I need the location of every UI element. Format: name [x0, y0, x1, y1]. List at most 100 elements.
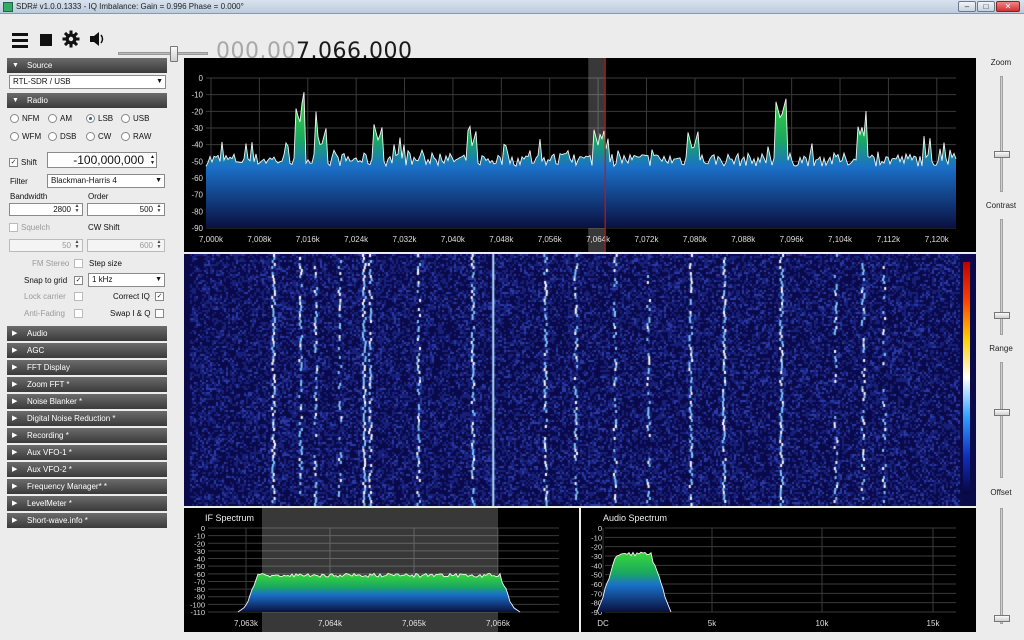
- close-button[interactable]: ✕: [996, 1, 1020, 12]
- minimize-button[interactable]: –: [958, 1, 976, 12]
- cw-shift-label: CW Shift: [88, 223, 120, 232]
- contrast-slider-thumb[interactable]: [994, 312, 1010, 319]
- spinner-arrows-icon[interactable]: ▲ ▼: [150, 154, 155, 166]
- range-slider-thumb[interactable]: [994, 409, 1010, 416]
- section-header-frequency-manager[interactable]: ▶ Frequency Manager* *: [7, 479, 167, 494]
- mode-radio-nfm[interactable]: NFM: [10, 114, 39, 123]
- section-header-digital-noise-reduction[interactable]: ▶ Digital Noise Reduction *: [7, 411, 167, 426]
- snap-to-grid-checkbox[interactable]: ✓: [74, 276, 83, 285]
- section-header-aux-vfo-1[interactable]: ▶ Aux VFO-1 *: [7, 445, 167, 460]
- speaker-icon[interactable]: [88, 30, 106, 48]
- main-spectrum-panel[interactable]: 0 -10 -20 -30 -40 -50 -60 -70 -80 -90 7,000k 7,008k…: [184, 58, 976, 252]
- step-size-value: 1 kHz: [92, 275, 113, 284]
- lock-carrier-checkbox[interactable]: [74, 292, 83, 301]
- section-header-audio[interactable]: ▶ Audio: [7, 326, 167, 341]
- order-input[interactable]: 500 ▲ ▼: [87, 203, 165, 216]
- bandwidth-label: Bandwidth: [10, 192, 48, 201]
- section-header-levelmeter[interactable]: ▶ LevelMeter *: [7, 496, 167, 511]
- stop-icon[interactable]: [37, 31, 55, 49]
- fm-stereo-checkbox[interactable]: [74, 259, 83, 268]
- spinner-arrows-icon[interactable]: ▲ ▼: [73, 240, 81, 250]
- shift-input[interactable]: -100,000,000 ▲ ▼: [47, 152, 157, 168]
- expand-arrow-icon: ▶: [12, 415, 18, 422]
- bandwidth-input[interactable]: 2800 ▲ ▼: [9, 203, 83, 216]
- volume-slider-thumb[interactable]: [169, 46, 178, 62]
- radio-circle[interactable]: [86, 132, 95, 141]
- source-device-select[interactable]: RTL-SDR / USB ▼: [9, 75, 166, 89]
- audio-spectrum-panel[interactable]: Audio Spectrum 0 -10 -20 -30 -40 -50 -60 -70 -80-…: [581, 508, 976, 632]
- swap-iq-checkbox[interactable]: [155, 309, 164, 318]
- offset-slider-thumb[interactable]: [994, 615, 1010, 622]
- spinner-arrows-icon[interactable]: ▲ ▼: [155, 204, 163, 214]
- spectrum-fill: [238, 573, 520, 612]
- x-tick-label: 7,088k: [731, 235, 756, 244]
- correct-iq-checkbox[interactable]: ✓: [155, 292, 164, 301]
- gear-icon[interactable]: [62, 30, 80, 48]
- menu-icon[interactable]: [11, 31, 29, 49]
- range-label: Range: [989, 344, 1013, 353]
- cw-shift-input[interactable]: 600 ▲ ▼: [87, 239, 165, 252]
- squelch-input[interactable]: 50 ▲ ▼: [9, 239, 83, 252]
- zoom-slider-thumb[interactable]: [994, 151, 1010, 158]
- if-spectrum-panel[interactable]: IF Spectrum 0 -10 -20 -30 -40 -50 -60 -70 -80 -90-…: [184, 508, 579, 632]
- mode-radio-wfm[interactable]: WFM: [10, 132, 41, 141]
- radio-circle[interactable]: [48, 132, 57, 141]
- x-tick-label: 7,016k: [296, 235, 321, 244]
- offset-slider[interactable]: [994, 508, 1010, 624]
- mode-radio-lsb[interactable]: LSB: [86, 114, 113, 123]
- radio-circle[interactable]: [121, 114, 130, 123]
- y-tick-label: -20: [591, 543, 602, 552]
- zoom-slider[interactable]: [994, 76, 1010, 192]
- mode-radio-dsb[interactable]: DSB: [48, 132, 76, 141]
- mode-radio-raw[interactable]: RAW: [121, 132, 151, 141]
- order-value: 500: [139, 205, 153, 214]
- squelch-checkbox[interactable]: [9, 223, 18, 232]
- title-bar[interactable]: SDR# v1.0.0.1333 - IQ Imbalance: Gain = …: [0, 0, 1024, 14]
- section-header-fft-display[interactable]: ▶ FFT Display: [7, 360, 167, 375]
- main-spectrum-chart[interactable]: 0 -10 -20 -30 -40 -50 -60 -70 -80 -90 7,000k 7,008k…: [184, 58, 976, 252]
- spinner-arrows-icon[interactable]: ▲ ▼: [155, 240, 163, 250]
- contrast-slider[interactable]: [994, 219, 1010, 335]
- filter-select[interactable]: Blackman-Harris 4 ▼: [47, 174, 165, 188]
- radio-circle[interactable]: [10, 114, 19, 123]
- range-slider[interactable]: [994, 362, 1010, 478]
- y-tick-label: -10: [591, 533, 602, 542]
- waterfall-panel[interactable]: [184, 254, 976, 506]
- section-header-radio[interactable]: ▼ Radio: [7, 93, 167, 108]
- squelch-label: Squelch: [21, 223, 50, 232]
- section-header-aux-vfo-2[interactable]: ▶ Aux VFO-2 *: [7, 462, 167, 477]
- mode-radio-cw[interactable]: CW: [86, 132, 111, 141]
- mode-radio-am[interactable]: AM: [48, 114, 72, 123]
- spinner-arrows-icon[interactable]: ▲ ▼: [73, 204, 81, 214]
- spectrum-fill: [206, 92, 956, 228]
- expand-arrow-icon: ▶: [12, 364, 18, 371]
- radio-circle[interactable]: [121, 132, 130, 141]
- section-title: LevelMeter *: [27, 499, 72, 508]
- y-tick-label: -70: [591, 589, 602, 598]
- section-header-recording[interactable]: ▶ Recording *: [7, 428, 167, 443]
- step-size-label: Step size: [89, 259, 122, 268]
- y-tick-label: -60: [191, 174, 203, 183]
- section-header-source[interactable]: ▼ Source: [7, 58, 167, 73]
- anti-fading-checkbox[interactable]: [74, 309, 83, 318]
- radio-circle[interactable]: [86, 114, 95, 123]
- section-header-short-wave-info[interactable]: ▶ Short-wave.info *: [7, 513, 167, 528]
- mode-label: AM: [60, 114, 72, 123]
- section-header-agc[interactable]: ▶ AGC: [7, 343, 167, 358]
- section-header-zoom-fft[interactable]: ▶ Zoom FFT *: [7, 377, 167, 392]
- mode-label: DSB: [60, 132, 77, 141]
- volume-slider[interactable]: [118, 46, 208, 62]
- maximize-button[interactable]: □: [977, 1, 995, 12]
- shift-checkbox[interactable]: ✓: [9, 158, 18, 167]
- waterfall-canvas[interactable]: [184, 254, 976, 506]
- step-size-select[interactable]: 1 kHz ▼: [88, 273, 165, 287]
- audio-spectrum-chart[interactable]: Audio Spectrum0-10-20-30-40-50-60-70-80-…: [581, 508, 976, 632]
- section-header-noise-blanker[interactable]: ▶ Noise Blanker *: [7, 394, 167, 409]
- radio-circle[interactable]: [10, 132, 19, 141]
- shift-value: -100,000,000: [73, 153, 144, 167]
- source-device-value: RTL-SDR / USB: [13, 77, 71, 86]
- collapse-arrow-icon: ▼: [12, 62, 19, 69]
- mode-radio-usb[interactable]: USB: [121, 114, 149, 123]
- radio-circle[interactable]: [48, 114, 57, 123]
- if-spectrum-chart[interactable]: IF Spectrum0-10-20-30-40-50-60-70-80-90-…: [184, 508, 579, 632]
